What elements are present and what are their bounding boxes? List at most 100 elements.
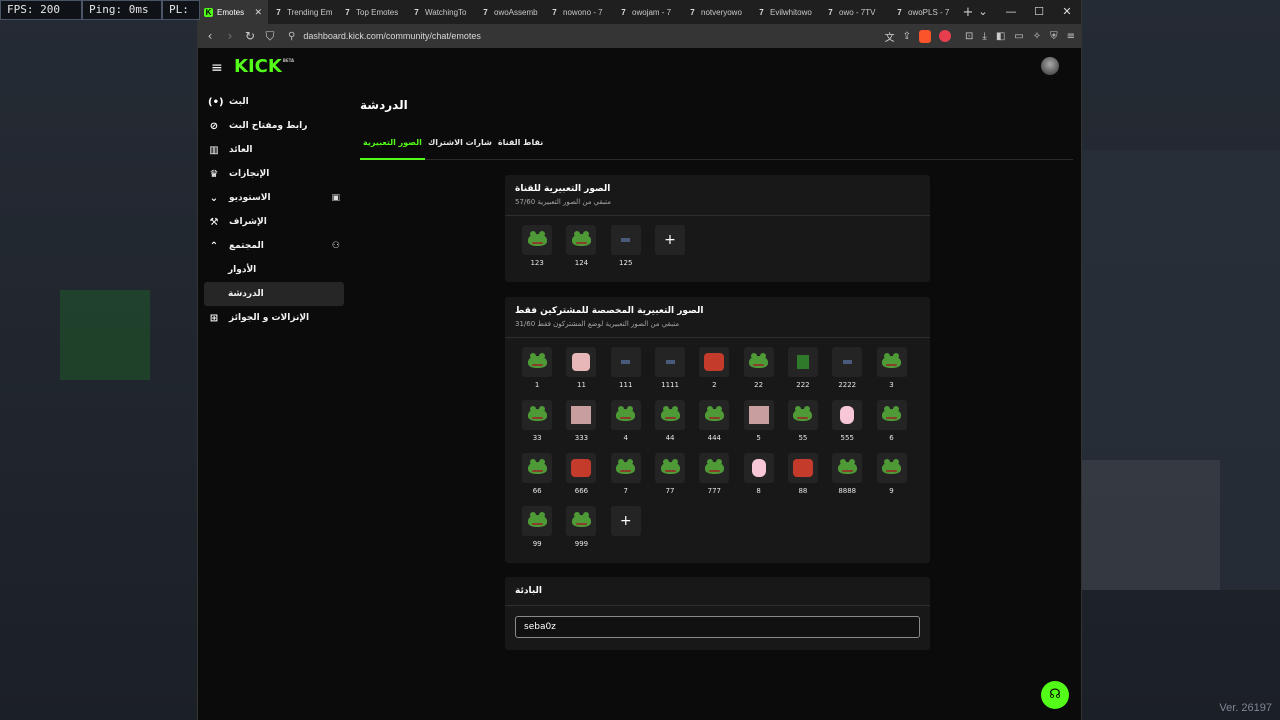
add-emote-button[interactable]: + <box>604 506 648 559</box>
tab-item[interactable]: الصور التعبيرية <box>360 132 425 160</box>
kick-logo[interactable]: KICKBETA <box>234 56 294 77</box>
sidebar-item[interactable]: الأدوار <box>204 258 344 282</box>
emote-name: 55 <box>798 434 808 442</box>
sidebar-item[interactable]: ▥ العائد <box>204 138 344 162</box>
screenshot-icon[interactable]: ⊡ <box>965 31 973 42</box>
prefix-input[interactable]: seba0z <box>515 616 920 638</box>
wallet-icon[interactable]: ▭ <box>1014 31 1023 42</box>
emote-thumbnail <box>876 347 907 377</box>
emote-item[interactable]: 77 <box>648 453 692 506</box>
sidebar-item[interactable]: ⚒ الإشراف <box>204 210 344 234</box>
add-emote-button[interactable]: + <box>648 225 692 278</box>
emote-item[interactable]: 555 <box>825 400 869 453</box>
emote-item[interactable]: 123 <box>515 225 559 278</box>
emote-item[interactable]: 444 <box>692 400 736 453</box>
emote-item[interactable]: 1 <box>515 347 559 400</box>
share-icon[interactable]: ⇪ <box>903 31 911 42</box>
download-icon[interactable]: ⤓ <box>982 31 986 42</box>
emote-name: 333 <box>574 434 589 442</box>
sidebar-item[interactable]: ⌃ المجتمع ⚇ <box>204 234 344 258</box>
browser-tab[interactable]: 7 Evilwhitowo <box>751 0 820 24</box>
emote-item[interactable]: 999 <box>559 506 603 559</box>
sidebar-item[interactable]: ♛ الإنجازات <box>204 162 344 186</box>
emote-item[interactable]: 55 <box>781 400 825 453</box>
tab-title: nowono - 7 <box>563 7 603 17</box>
sidebar-icon[interactable]: ◧ <box>996 31 1005 42</box>
leo-icon[interactable]: ✧ <box>1033 31 1041 42</box>
browser-tab[interactable]: 7 WatchingTo <box>406 0 475 24</box>
emote-item[interactable]: 4 <box>604 400 648 453</box>
emote-item[interactable]: 2 <box>692 347 736 400</box>
browser-tab[interactable]: 7 owojam - 7 <box>613 0 682 24</box>
sidebar-item[interactable]: ⌄ الاستوديو ▣ <box>204 186 344 210</box>
address-bar[interactable]: ⚲ dashboard.kick.com/community/chat/emot… <box>284 26 877 46</box>
seventv-favicon-icon: 7 <box>621 7 626 17</box>
emote-thumbnail <box>832 453 863 483</box>
emote-item[interactable]: 666 <box>559 453 603 506</box>
emote-item[interactable]: 6 <box>869 400 913 453</box>
back-button[interactable]: ‹ <box>204 24 216 48</box>
menu-icon[interactable]: ≡ <box>1067 31 1075 42</box>
emote-item[interactable]: 99 <box>515 506 559 559</box>
emote-item[interactable]: 5 <box>736 400 780 453</box>
sidebar-action-icon[interactable]: ▣ <box>331 193 340 203</box>
emote-item[interactable]: 33 <box>515 400 559 453</box>
emote-thumbnail <box>566 400 597 430</box>
tab-item[interactable]: نقاط القناة <box>495 132 546 160</box>
close-window-button[interactable]: ✕ <box>1053 0 1081 24</box>
maximize-button[interactable]: ☐ <box>1025 0 1053 24</box>
close-tab-icon[interactable]: ✕ <box>254 7 262 18</box>
browser-tab[interactable]: 7 Trending Em <box>268 0 337 24</box>
emote-item[interactable]: 1111 <box>648 347 692 400</box>
browser-tab[interactable]: 7 Top Emotes <box>337 0 406 24</box>
emote-item[interactable]: 124 <box>559 225 603 278</box>
emote-item[interactable]: 125 <box>604 225 648 278</box>
browser-tab[interactable]: 7 owoAssemb <box>475 0 544 24</box>
sidebar-item[interactable]: الدردشة <box>204 282 344 306</box>
sidebar-action-icon[interactable]: ⚇ <box>332 241 340 251</box>
emote-item[interactable]: 11 <box>559 347 603 400</box>
emote-item[interactable]: 88 <box>781 453 825 506</box>
emote-item[interactable]: 66 <box>515 453 559 506</box>
hamburger-menu-icon[interactable]: ≡ <box>211 60 223 76</box>
vpn-icon[interactable]: ⛨ <box>1050 31 1058 42</box>
forward-button[interactable]: › <box>224 24 236 48</box>
emote-item[interactable]: 777 <box>692 453 736 506</box>
mouth-shape <box>575 242 587 244</box>
rewards-icon[interactable] <box>939 30 951 42</box>
frog-emote-icon <box>527 459 547 474</box>
browser-tab[interactable]: 7 owo - 7TV <box>820 0 889 24</box>
browser-tab[interactable]: K Emotes ✕ <box>198 0 268 24</box>
avatar[interactable] <box>1041 57 1059 75</box>
emote-image-icon <box>621 360 631 364</box>
card-header: البادئة <box>505 577 930 606</box>
sidebar-item[interactable]: (•) البث <box>204 90 344 114</box>
chevron-down-icon[interactable]: ⌄ <box>969 0 997 24</box>
emote-item[interactable]: 333 <box>559 400 603 453</box>
translate-icon[interactable]: 文 <box>885 29 895 44</box>
brave-shield-icon[interactable] <box>919 29 931 43</box>
sidebar-item[interactable]: ⊘ رابط ومفتاح البث <box>204 114 344 138</box>
emote-item[interactable]: 8888 <box>825 453 869 506</box>
reload-button[interactable]: ↻ <box>244 24 256 48</box>
mouth-shape <box>531 523 543 525</box>
emote-item[interactable]: 44 <box>648 400 692 453</box>
emote-item[interactable]: 8 <box>736 453 780 506</box>
emote-item[interactable]: 3 <box>869 347 913 400</box>
browser-tab[interactable]: 7 owoPLS - 7 <box>889 0 958 24</box>
help-chat-button[interactable]: ☊ <box>1041 681 1069 709</box>
emote-item[interactable]: 111 <box>604 347 648 400</box>
bookmark-icon[interactable]: ⛉ <box>264 24 276 48</box>
emote-item[interactable]: 7 <box>604 453 648 506</box>
sidebar-item[interactable]: ⊞ الإنزالات و الجوائز <box>204 306 344 330</box>
browser-tab[interactable]: 7 notveryowo <box>682 0 751 24</box>
site-settings-icon[interactable]: ⚲ <box>288 31 295 42</box>
browser-tab[interactable]: 7 nowono - 7 <box>544 0 613 24</box>
tab-item[interactable]: شارات الاشتراك <box>425 132 495 160</box>
minimize-button[interactable]: — <box>997 0 1025 24</box>
emote-item[interactable]: 222 <box>781 347 825 400</box>
emote-item[interactable]: 22 <box>736 347 780 400</box>
emote-item[interactable]: 9 <box>869 453 913 506</box>
emote-item[interactable]: 2222 <box>825 347 869 400</box>
card-subtitle: متبقي من الصور التعبيرية لوضع المشتركون … <box>515 320 680 328</box>
